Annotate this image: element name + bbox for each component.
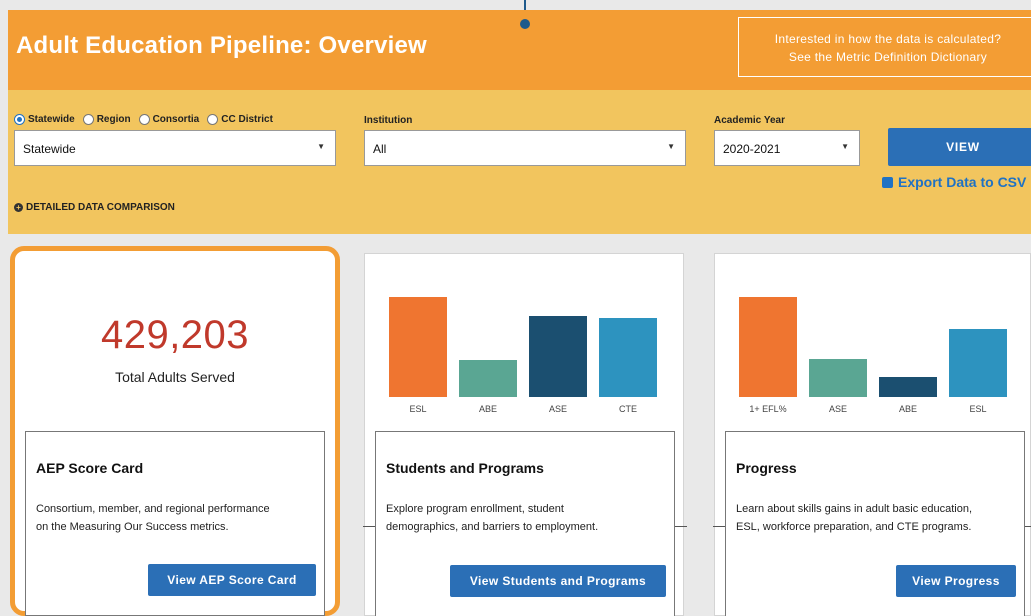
bar-label: ESL <box>409 404 426 414</box>
radio-region[interactable]: Region <box>82 114 131 125</box>
chevron-down-icon: ▼ <box>841 142 849 151</box>
total-adults-label: Total Adults Served <box>115 369 235 385</box>
bar-ase <box>529 316 587 397</box>
scorecard-card: 429,203 Total Adults Served AEP Score Ca… <box>10 246 340 616</box>
radio-label: Consortia <box>152 114 200 125</box>
detailed-comparison-toggle[interactable]: + DETAILED DATA COMPARISON <box>14 202 175 213</box>
institution-select-value: All <box>373 142 387 156</box>
filter-panel: Statewide Region Consortia CC District S… <box>8 90 1031 234</box>
page-title: Adult Education Pipeline: Overview <box>16 32 427 59</box>
radio-label: Statewide <box>28 114 75 125</box>
metric-dictionary-link[interactable]: Interested in how the data is calculated… <box>738 17 1031 77</box>
progress-description: Learn about skills gains in adult basic … <box>736 500 972 536</box>
radio-unchecked-icon <box>207 114 219 125</box>
chevron-down-icon: ▼ <box>667 142 675 151</box>
chevron-down-icon: ▼ <box>317 142 325 151</box>
radio-unchecked-icon <box>138 114 150 125</box>
institution-label: Institution <box>364 115 413 126</box>
students-programs-chart: ESL ABE ASE CTE <box>389 297 657 414</box>
total-adults-value: 429,203 <box>100 313 250 357</box>
scope-select-value: Statewide <box>23 142 76 156</box>
scope-radio-group: Statewide Region Consortia CC District <box>14 114 273 125</box>
students-programs-card: ESL ABE ASE CTE Students and Programs Explo… <box>363 253 687 616</box>
academic-year-label: Academic Year <box>714 115 785 126</box>
progress-title: Progress <box>736 460 797 476</box>
scorecard-description: Consortium, member, and regional perform… <box>36 500 270 536</box>
plus-circle-icon: + <box>14 203 23 212</box>
view-button[interactable]: VIEW <box>888 128 1031 166</box>
progress-chart: 1+ EFL% ASE ABE ESL <box>739 297 1007 414</box>
scope-select[interactable]: Statewide ▼ <box>14 130 336 166</box>
progress-info-box: Progress Learn about skills gains in adu… <box>725 431 1025 616</box>
bar-1-efl- <box>739 297 797 397</box>
bar-label: ESL <box>969 404 986 414</box>
bar-cte <box>599 318 657 397</box>
view-students-programs-button[interactable]: View Students and Programs <box>450 565 666 597</box>
scorecard-info-box: AEP Score Card Consortium, member, and r… <box>25 431 325 616</box>
students-desc-line-1: Explore program enrollment, student <box>386 503 564 515</box>
export-icon <box>882 177 893 188</box>
view-scorecard-button[interactable]: View AEP Score Card <box>148 564 316 596</box>
radio-unchecked-icon <box>82 114 94 125</box>
app-frame: Adult Education Pipeline: Overview Inter… <box>0 0 1031 616</box>
export-csv-link[interactable]: Export Data to CSV <box>882 174 1026 190</box>
export-csv-label: Export Data to CSV <box>898 174 1027 190</box>
bar-label: ASE <box>829 404 847 414</box>
bar-label: CTE <box>619 404 637 414</box>
scorecard-desc-line-2: on the Measuring Our Success metrics. <box>36 521 229 533</box>
radio-label: CC District <box>221 114 273 125</box>
radio-consortia[interactable]: Consortia <box>138 114 200 125</box>
bar-label: ASE <box>549 404 567 414</box>
scorecard-desc-line-1: Consortium, member, and regional perform… <box>36 503 270 515</box>
bar-label: ABE <box>899 404 917 414</box>
students-desc-line-2: demographics, and barriers to employment… <box>386 521 599 533</box>
connector-line <box>675 526 687 527</box>
connector-line <box>363 526 375 527</box>
radio-cc-district[interactable]: CC District <box>207 114 273 125</box>
academic-year-select-value: 2020-2021 <box>723 142 781 156</box>
bar-esl <box>389 297 447 397</box>
connector-dot <box>520 19 530 29</box>
dictionary-line-1: Interested in how the data is calculated… <box>774 32 1002 46</box>
students-description: Explore program enrollment, student demo… <box>386 500 598 536</box>
radio-label: Region <box>96 114 131 125</box>
students-title: Students and Programs <box>386 460 544 476</box>
bar-label: ABE <box>479 404 497 414</box>
radio-statewide[interactable]: Statewide <box>14 114 75 125</box>
bar-esl <box>949 329 1007 397</box>
connector-line <box>713 526 725 527</box>
bar-label: 1+ EFL% <box>749 404 786 414</box>
detailed-comparison-label: DETAILED DATA COMPARISON <box>26 202 175 213</box>
bar-abe <box>459 360 517 397</box>
view-progress-button[interactable]: View Progress <box>896 565 1016 597</box>
progress-desc-line-2: ESL, workforce preparation, and CTE prog… <box>736 521 972 533</box>
bar-abe <box>879 377 937 397</box>
progress-desc-line-1: Learn about skills gains in adult basic … <box>736 503 973 515</box>
academic-year-select[interactable]: 2020-2021 ▼ <box>714 130 860 166</box>
institution-select[interactable]: All ▼ <box>364 130 686 166</box>
progress-card: 1+ EFL% ASE ABE ESL Progress Learn about sk… <box>713 253 1031 616</box>
dictionary-line-2: See the Metric Definition Dictionary <box>788 50 988 64</box>
scorecard-title: AEP Score Card <box>36 460 144 476</box>
students-info-box: Students and Programs Explore program en… <box>375 431 675 616</box>
radio-checked-icon <box>14 114 25 125</box>
bar-ase <box>809 359 867 397</box>
